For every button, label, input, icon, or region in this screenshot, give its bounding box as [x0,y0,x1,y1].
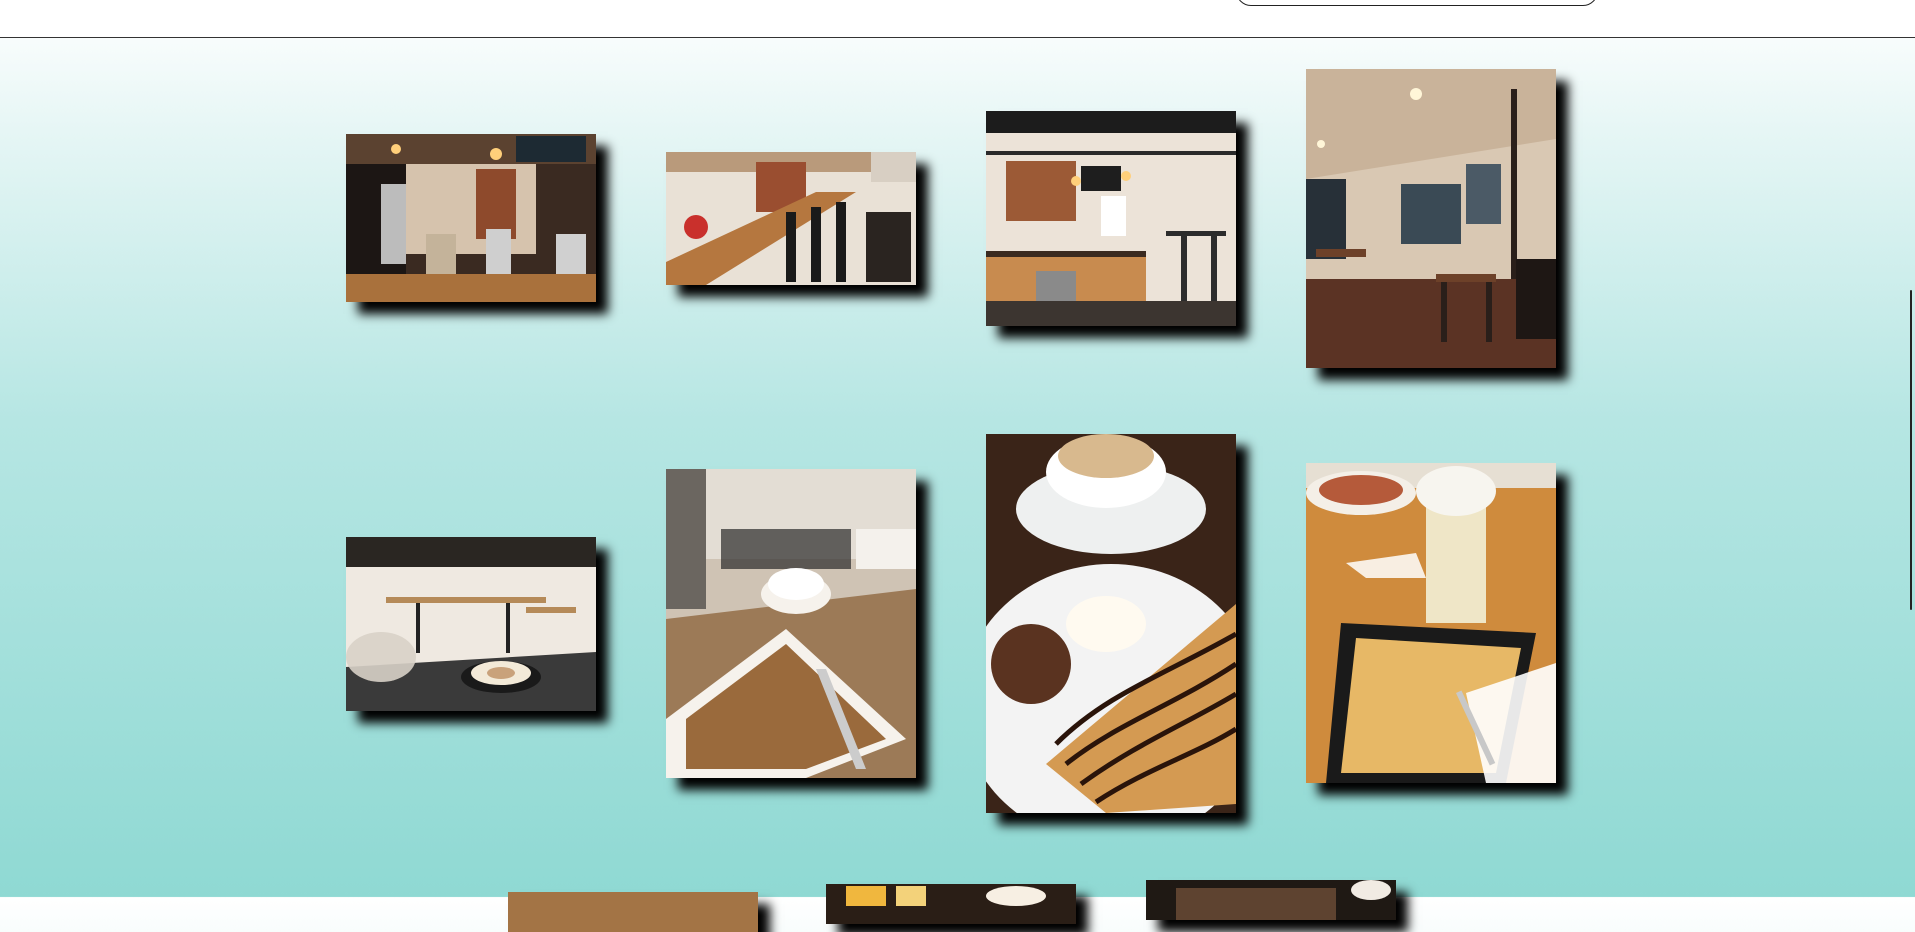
crepe-and-coffee-image [986,434,1236,813]
bar-seating-image [666,152,916,285]
gallery-photo-milkshake-and-crepe[interactable] [1306,463,1556,783]
latte-and-cake-image [346,537,596,711]
coffee-bar-counter-image [346,134,596,302]
cafe-interior-image [986,111,1236,326]
milkshake-and-crepe-image [1306,463,1556,783]
gallery-photo-dessert-plate[interactable] [666,469,916,778]
gallery-photo-latte-and-cake[interactable] [346,537,596,711]
gallery-photo-partial-left[interactable] [508,892,758,932]
gallery-photo-partial-right[interactable] [1146,880,1396,920]
scrollbar-thumb[interactable] [1910,290,1912,610]
top-navigation-bar [0,0,1915,38]
search-field[interactable] [1236,0,1598,6]
gallery-photo-dining-room[interactable] [1306,69,1556,368]
gallery-photo-cafe-interior[interactable] [986,111,1236,326]
dining-room-image [1306,69,1556,368]
gallery-photo-crepe-and-coffee[interactable] [986,434,1236,813]
gallery-photo-partial-center[interactable] [826,884,1076,924]
gallery-photo-coffee-bar-counter[interactable] [346,134,596,302]
partial-center-image [826,884,1076,924]
gallery-photo-bar-seating[interactable] [666,152,916,285]
partial-right-image [1146,880,1396,920]
dessert-plate-image [666,469,916,778]
partial-left-image [508,892,758,932]
